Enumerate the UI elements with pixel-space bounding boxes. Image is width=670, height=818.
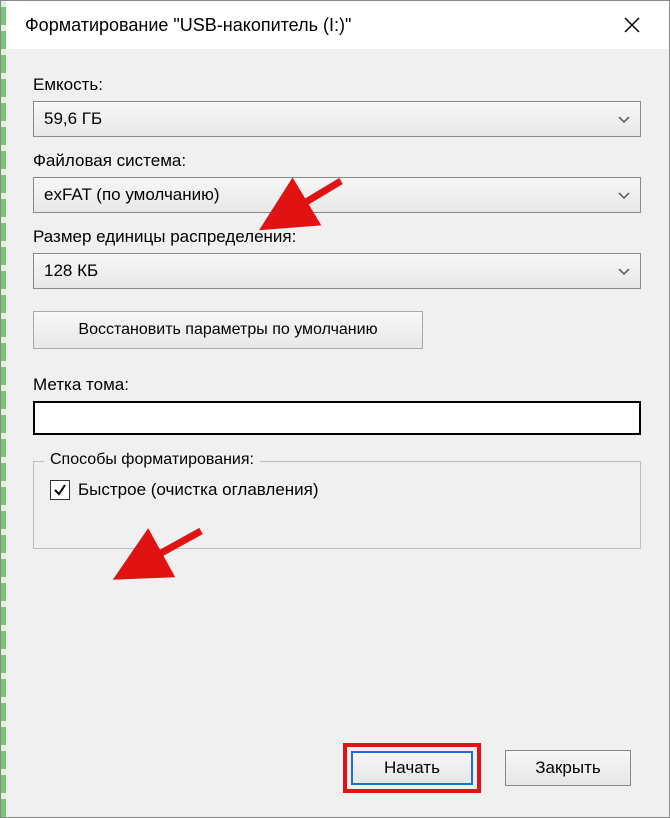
filesystem-value: exFAT (по умолчанию)	[44, 185, 220, 205]
format-dialog: Форматирование "USB-накопитель (I:)" Емк…	[0, 0, 670, 818]
format-options-legend: Способы форматирования:	[44, 451, 260, 469]
quick-format-row[interactable]: Быстрое (очистка оглавления)	[50, 480, 624, 500]
quick-format-label: Быстрое (очистка оглавления)	[78, 480, 319, 500]
close-button[interactable]: Закрыть	[505, 750, 631, 786]
chevron-down-icon	[618, 187, 630, 203]
chevron-down-icon	[618, 111, 630, 127]
restore-defaults-button[interactable]: Восстановить параметры по умолчанию	[33, 311, 423, 349]
restore-defaults-label: Восстановить параметры по умолчанию	[78, 321, 377, 339]
filesystem-label: Файловая система:	[33, 151, 641, 171]
titlebar: Форматирование "USB-накопитель (I:)"	[1, 1, 669, 49]
capacity-value: 59,6 ГБ	[44, 109, 102, 129]
start-button[interactable]: Начать	[351, 751, 473, 785]
chevron-down-icon	[618, 263, 630, 279]
capacity-dropdown[interactable]: 59,6 ГБ	[33, 101, 641, 137]
close-icon[interactable]	[609, 9, 655, 41]
quick-format-checkbox[interactable]	[50, 480, 70, 500]
volume-label-label: Метка тома:	[33, 375, 641, 395]
start-button-label: Начать	[384, 758, 440, 778]
capacity-label: Емкость:	[33, 75, 641, 95]
allocation-value: 128 КБ	[44, 261, 98, 281]
filesystem-dropdown[interactable]: exFAT (по умолчанию)	[33, 177, 641, 213]
start-button-highlight: Начать	[343, 743, 481, 793]
dialog-content: Емкость: 59,6 ГБ Файловая система: exFAT…	[1, 49, 669, 549]
dialog-buttons: Начать Закрыть	[343, 743, 631, 793]
close-button-label: Закрыть	[535, 758, 600, 778]
allocation-label: Размер единицы распределения:	[33, 227, 641, 247]
format-options-group: Способы форматирования: Быстрое (очистка…	[33, 461, 641, 549]
window-title: Форматирование "USB-накопитель (I:)"	[25, 15, 351, 36]
volume-label-input[interactable]	[33, 401, 641, 435]
left-edge-decoration	[1, 1, 6, 817]
allocation-dropdown[interactable]: 128 КБ	[33, 253, 641, 289]
